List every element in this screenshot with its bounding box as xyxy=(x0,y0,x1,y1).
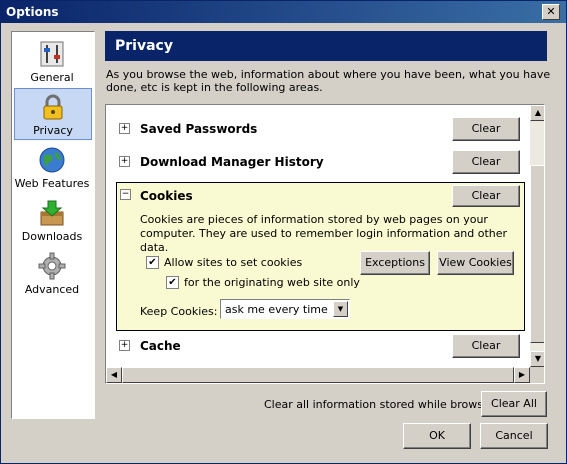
section-label: Download Manager History xyxy=(140,155,324,169)
category-sidebar: General Privacy Web Features Downloads A… xyxy=(11,31,95,419)
collapse-icon[interactable]: − xyxy=(120,189,131,200)
clear-all-button[interactable]: Clear All xyxy=(481,391,547,417)
category-label: Downloads xyxy=(21,230,83,243)
clear-saved-passwords-button[interactable]: Clear xyxy=(452,117,520,141)
padlock-icon xyxy=(43,94,63,120)
view-cookies-button[interactable]: View Cookies xyxy=(437,251,514,275)
window-title: Options xyxy=(6,5,59,19)
close-button[interactable]: ✕ xyxy=(542,4,560,20)
close-icon: ✕ xyxy=(546,5,556,18)
section-download-history: + Download Manager History Clear xyxy=(116,149,520,175)
scrollbar-corner xyxy=(530,367,544,383)
panel-title: Privacy xyxy=(105,31,547,61)
category-privacy[interactable]: Privacy xyxy=(14,88,92,140)
gear-icon xyxy=(38,252,66,280)
scroll-left-icon[interactable]: ◀ xyxy=(106,367,122,383)
privacy-items-list: + Saved Passwords Clear + Download Manag… xyxy=(105,104,545,384)
horizontal-scrollbar[interactable]: ◀ ▶ xyxy=(106,367,530,383)
globe-icon xyxy=(39,147,65,173)
keep-cookies-select[interactable]: ask me every time ▼ xyxy=(220,299,350,319)
scroll-up-icon[interactable]: ▲ xyxy=(530,105,544,121)
allow-cookies-label[interactable]: Allow sites to set cookies xyxy=(164,256,302,269)
section-cache: + Cache Clear xyxy=(116,333,520,359)
keep-cookies-label: Keep Cookies: xyxy=(140,305,218,318)
vertical-scroll-thumb[interactable] xyxy=(530,165,544,343)
category-label: Advanced xyxy=(24,283,80,296)
section-label: Cache xyxy=(140,339,181,353)
sliders-icon xyxy=(40,41,64,67)
vertical-scrollbar[interactable]: ▲ ▼ xyxy=(530,105,544,367)
cancel-button[interactable]: Cancel xyxy=(480,423,548,449)
section-saved-passwords: + Saved Passwords Clear xyxy=(116,116,520,142)
category-general[interactable]: General xyxy=(14,36,90,86)
expand-icon[interactable]: + xyxy=(119,156,130,167)
section-label: Cookies xyxy=(140,189,193,203)
clear-all-label: Clear all information stored while brows… xyxy=(264,398,504,411)
title-bar[interactable]: Options ✕ xyxy=(1,1,566,23)
section-label: Saved Passwords xyxy=(140,122,258,136)
ok-button[interactable]: OK xyxy=(403,423,471,449)
category-label: Privacy xyxy=(33,124,73,137)
clear-download-history-button[interactable]: Clear xyxy=(452,150,520,174)
chevron-down-icon[interactable]: ▼ xyxy=(333,301,348,317)
horizontal-scroll-thumb[interactable] xyxy=(122,367,514,383)
expand-icon[interactable]: + xyxy=(119,340,130,351)
exceptions-button[interactable]: Exceptions xyxy=(360,251,430,275)
category-label: General xyxy=(30,71,74,84)
section-cookies: − Cookies Clear Cookies are pieces of in… xyxy=(116,182,525,331)
originating-site-checkbox[interactable]: ✔ xyxy=(166,276,179,289)
clear-cookies-button[interactable]: Clear xyxy=(452,185,520,207)
expand-icon[interactable]: + xyxy=(119,123,130,134)
clear-cache-button[interactable]: Clear xyxy=(452,334,520,358)
cookies-description: Cookies are pieces of information stored… xyxy=(140,213,508,254)
allow-cookies-checkbox[interactable]: ✔ xyxy=(146,256,159,269)
originating-site-label[interactable]: for the originating web site only xyxy=(184,276,360,289)
panel-description: As you browse the web, information about… xyxy=(106,68,551,94)
category-web-features[interactable]: Web Features xyxy=(14,142,90,192)
category-label: Web Features xyxy=(14,177,90,190)
download-box-icon xyxy=(40,200,64,226)
keep-cookies-value: ask me every time xyxy=(225,303,328,316)
category-advanced[interactable]: Advanced xyxy=(14,248,90,298)
options-window: Options ✕ General Privacy Web Features D… xyxy=(0,0,567,464)
scroll-down-icon[interactable]: ▼ xyxy=(530,351,544,367)
scroll-right-icon[interactable]: ▶ xyxy=(514,367,530,383)
category-downloads[interactable]: Downloads xyxy=(14,195,90,245)
